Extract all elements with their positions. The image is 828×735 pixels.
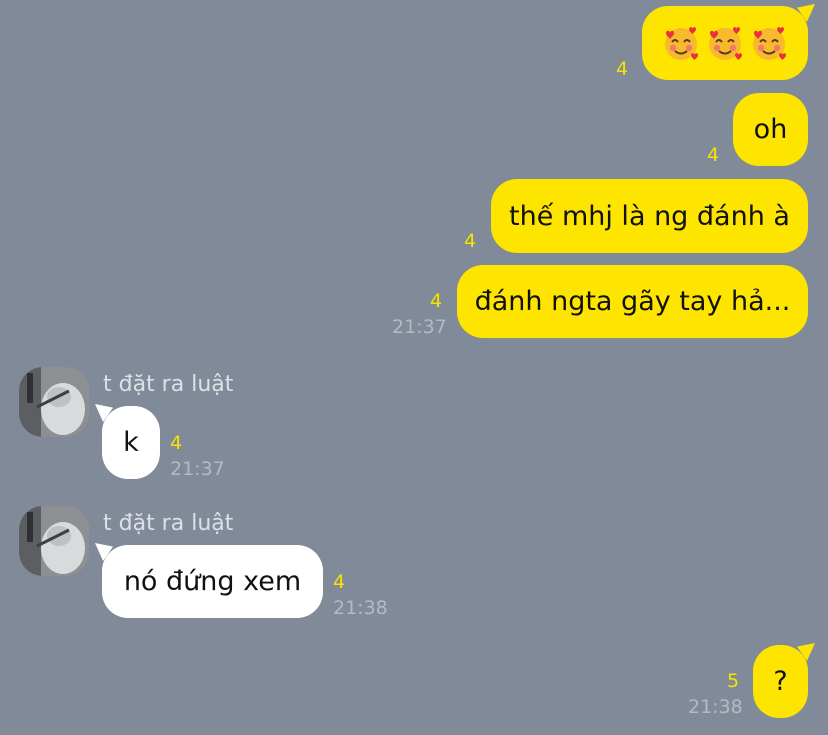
unread-count: 4: [333, 571, 346, 593]
sender-name: t đặt ra luật: [103, 511, 234, 536]
profile-photo: [19, 506, 89, 576]
unread-count: 4: [170, 432, 183, 454]
outgoing-message-bubble[interactable]: ?: [753, 643, 815, 718]
incoming-message-bubble[interactable]: k: [95, 404, 160, 479]
message-text: oh: [753, 114, 788, 145]
outgoing-message-bubble[interactable]: thế mhj là ng đánh à: [491, 179, 808, 253]
message-timestamp: 21:37: [392, 316, 447, 338]
message-text: thế mhj là ng đánh à: [509, 200, 790, 232]
unread-count: 4: [616, 58, 629, 80]
unread-count: 5: [727, 670, 740, 692]
message-timestamp: 21:37: [170, 458, 225, 480]
message-timestamp: 21:38: [688, 696, 743, 718]
outgoing-message-bubble[interactable]: đánh ngta gãy tay hả...: [457, 265, 808, 338]
bubble-tail: [797, 4, 815, 22]
smiling-face-with-hearts-icon: [753, 27, 786, 60]
avatar[interactable]: [19, 367, 89, 437]
message-timestamp: 21:38: [333, 597, 388, 619]
bubble-tail: [797, 643, 815, 661]
message-text: đánh ngta gãy tay hả...: [474, 286, 791, 317]
bubble-tail: [95, 543, 113, 561]
message-text: nó đứng xem: [123, 566, 302, 597]
message-text: k: [123, 427, 139, 458]
smiling-face-with-hearts-icon: [665, 27, 698, 60]
chat-area: 4 oh 4 thế mhj là ng đánh à 4 đánh ngta …: [0, 0, 828, 735]
outgoing-message-bubble[interactable]: [642, 4, 815, 80]
outgoing-message-bubble[interactable]: oh: [733, 93, 808, 166]
message-text: ?: [773, 666, 788, 697]
unread-count: 4: [430, 290, 443, 312]
smiling-face-with-hearts-icon: [709, 27, 742, 60]
unread-count: 4: [464, 230, 477, 252]
bubble-tail: [95, 404, 113, 422]
unread-count: 4: [707, 144, 720, 166]
avatar[interactable]: [19, 506, 89, 576]
incoming-message-bubble[interactable]: nó đứng xem: [95, 543, 323, 618]
sender-name: t đặt ra luật: [103, 372, 234, 397]
profile-photo: [19, 367, 89, 437]
